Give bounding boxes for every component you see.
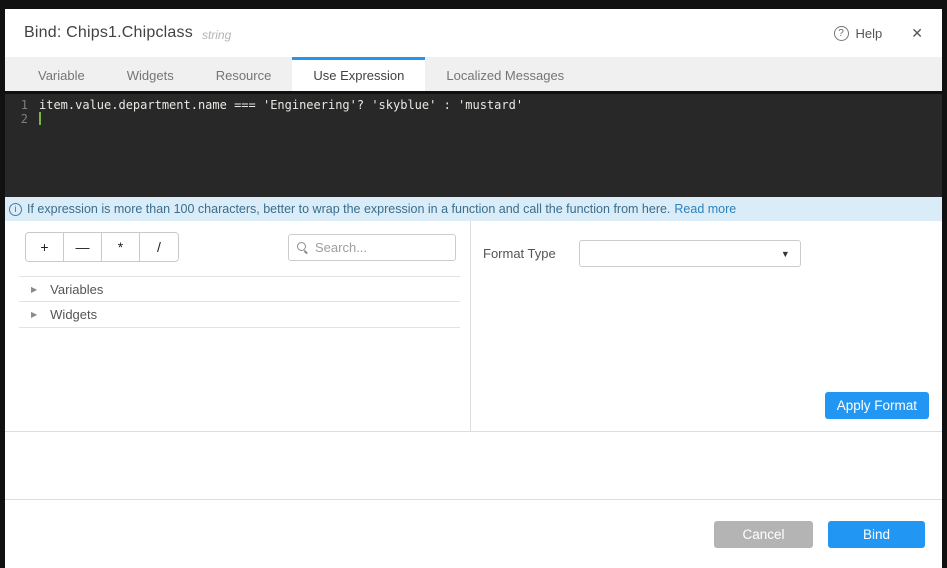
- expression-left-panel: + — * / ▶ Variables ▶ Widgets: [5, 221, 471, 431]
- line-number: 2: [5, 112, 39, 126]
- apply-format-button[interactable]: Apply Format: [825, 392, 929, 419]
- header-actions: ? Help ✕: [834, 25, 923, 42]
- bound-type-label: string: [202, 25, 231, 42]
- search-icon: [297, 242, 308, 253]
- expression-code: item.value.department.name === 'Engineer…: [39, 98, 523, 112]
- help-button[interactable]: ? Help: [834, 26, 883, 41]
- tab-resource[interactable]: Resource: [195, 57, 293, 91]
- tree-item-label: Widgets: [50, 307, 97, 322]
- editor-line-2: 2: [5, 112, 942, 126]
- search-input[interactable]: [315, 240, 447, 255]
- info-message: If expression is more than 100 character…: [27, 202, 670, 216]
- dialog-header: Bind: Chips1.Chipclass string ? Help ✕: [5, 9, 942, 57]
- line-number: 1: [5, 98, 39, 112]
- text-cursor: [39, 112, 41, 125]
- help-icon: ?: [834, 26, 849, 41]
- tab-use-expression[interactable]: Use Expression: [292, 57, 425, 91]
- cancel-button[interactable]: Cancel: [714, 521, 813, 548]
- bind-dialog: Bind: Chips1.Chipclass string ? Help ✕ V…: [5, 9, 942, 568]
- plus-operator-button[interactable]: +: [26, 233, 64, 261]
- tree-item-widgets[interactable]: ▶ Widgets: [19, 302, 460, 328]
- chevron-right-icon: ▶: [31, 310, 37, 319]
- operator-toolbar: + — * /: [25, 232, 456, 262]
- close-icon[interactable]: ✕: [911, 25, 923, 42]
- expression-panels: + — * / ▶ Variables ▶ Widgets: [5, 221, 942, 432]
- chevron-right-icon: ▶: [31, 285, 37, 294]
- minus-operator-button[interactable]: —: [64, 233, 102, 261]
- tab-bar: Variable Widgets Resource Use Expression…: [5, 57, 942, 91]
- info-bar: i If expression is more than 100 charact…: [5, 197, 942, 221]
- search-box: [288, 234, 456, 261]
- format-panel: Format Type ▼ Apply Format: [471, 221, 942, 431]
- tab-localized-messages[interactable]: Localized Messages: [425, 57, 585, 91]
- empty-section: [5, 432, 942, 499]
- format-type-label: Format Type: [483, 246, 556, 261]
- tree-item-label: Variables: [50, 282, 103, 297]
- tab-variable[interactable]: Variable: [17, 57, 106, 91]
- format-type-select[interactable]: ▼: [579, 240, 801, 267]
- dialog-title: Bind: Chips1.Chipclass: [24, 24, 193, 42]
- help-label: Help: [856, 26, 883, 41]
- chevron-down-icon: ▼: [781, 249, 790, 259]
- operator-group: + — * /: [25, 232, 179, 262]
- multiply-operator-button[interactable]: *: [102, 233, 140, 261]
- editor-line-1: 1 item.value.department.name === 'Engine…: [5, 98, 942, 112]
- dialog-footer: Cancel Bind: [5, 499, 942, 568]
- binding-tree: ▶ Variables ▶ Widgets: [19, 276, 460, 328]
- bind-button[interactable]: Bind: [828, 521, 925, 548]
- format-type-row: Format Type ▼: [483, 240, 942, 267]
- info-icon: i: [9, 203, 22, 216]
- divide-operator-button[interactable]: /: [140, 233, 178, 261]
- tree-item-variables[interactable]: ▶ Variables: [19, 276, 460, 302]
- expression-editor[interactable]: 1 item.value.department.name === 'Engine…: [5, 91, 942, 197]
- read-more-link[interactable]: Read more: [674, 202, 736, 216]
- tab-widgets[interactable]: Widgets: [106, 57, 195, 91]
